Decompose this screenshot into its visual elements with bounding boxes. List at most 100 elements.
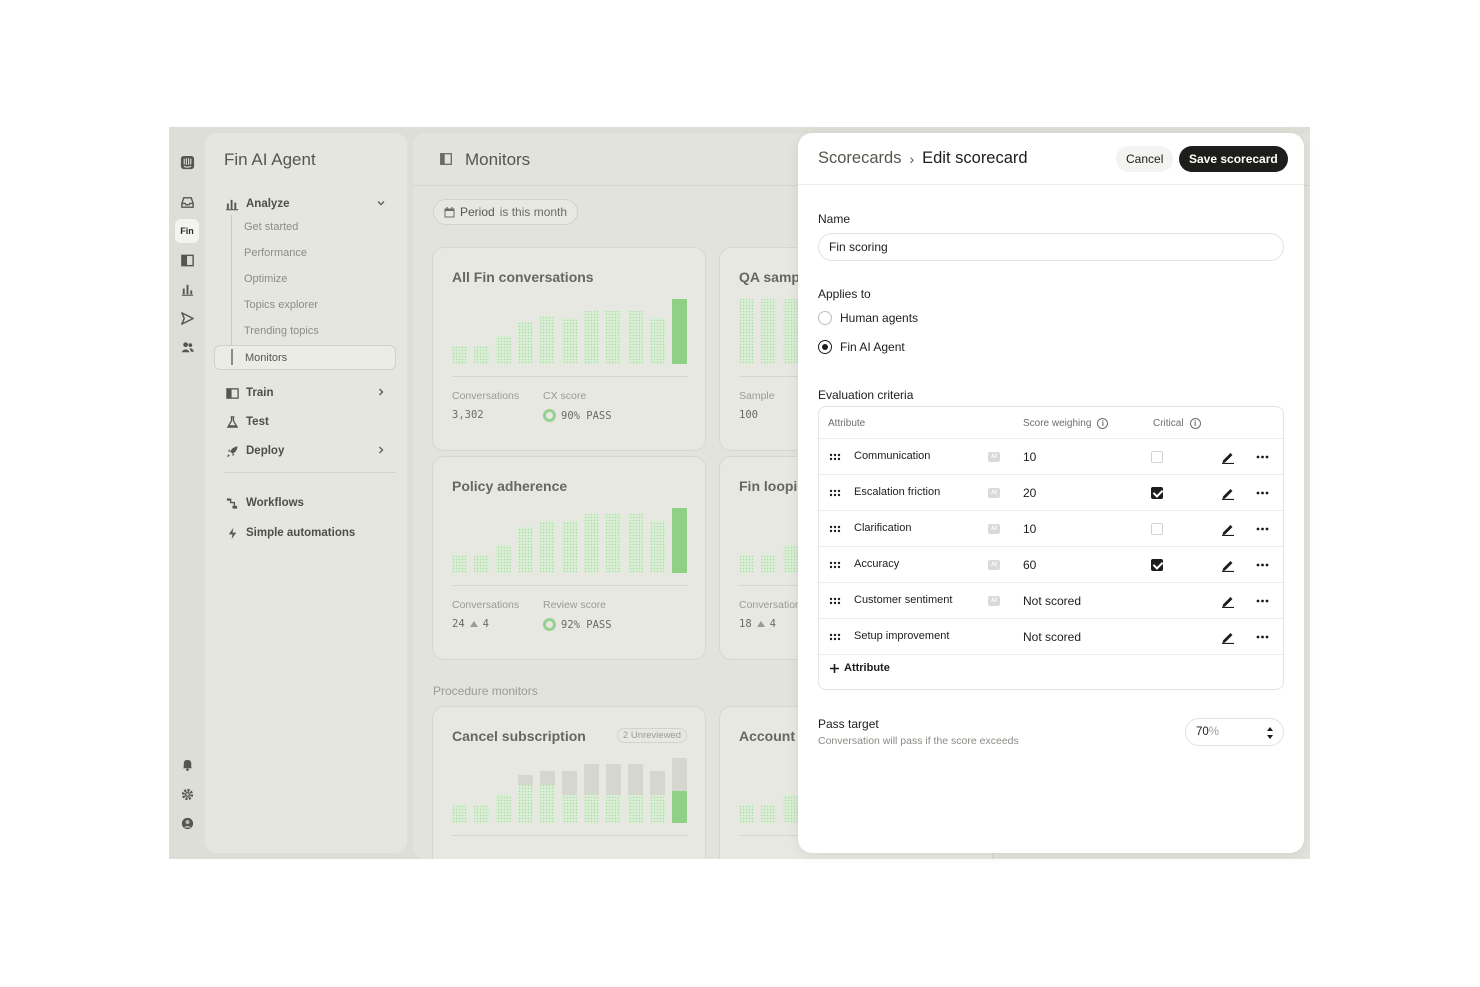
- pass-target-description: Conversation will pass if the score exce…: [818, 735, 1019, 747]
- book-icon[interactable]: [175, 248, 199, 272]
- radio-human-agents[interactable]: Human agents: [818, 311, 918, 325]
- more-options-icon[interactable]: [1256, 563, 1269, 567]
- stepper-arrows-icon[interactable]: [1266, 725, 1274, 741]
- drag-handle-icon[interactable]: [829, 633, 841, 641]
- score-text: 90% PASS: [561, 409, 612, 422]
- trend-up-icon: [756, 621, 765, 627]
- column-header-label: Critical: [1153, 418, 1184, 429]
- stat-label: Conversations: [452, 599, 520, 611]
- score-weight[interactable]: 60: [1023, 558, 1036, 572]
- stat-value: 100: [739, 409, 758, 421]
- stat-label: CX score: [543, 390, 587, 402]
- nav-test-label: Test: [246, 416, 269, 428]
- drag-handle-icon[interactable]: [829, 597, 841, 605]
- radio-button[interactable]: [818, 311, 832, 325]
- subnav-trending-topics[interactable]: Trending topics: [233, 320, 396, 342]
- logo-icon[interactable]: [175, 150, 199, 174]
- period-filter[interactable]: Period is this month: [433, 199, 579, 225]
- pass-target-stepper[interactable]: 70%: [1185, 718, 1284, 746]
- critical-checkbox[interactable]: [1151, 451, 1163, 463]
- nav-deploy[interactable]: Deploy: [216, 439, 396, 463]
- nav-train[interactable]: Train: [216, 381, 396, 405]
- radio-button-selected[interactable]: [818, 340, 832, 354]
- drag-handle-icon[interactable]: [829, 561, 841, 569]
- subnav-performance[interactable]: Performance: [233, 242, 396, 264]
- more-options-icon[interactable]: [1256, 491, 1269, 495]
- score-weight[interactable]: Not scored: [1023, 630, 1081, 644]
- ai-badge-icon: AI: [988, 596, 1000, 606]
- subnav-get-started[interactable]: Get started: [233, 216, 396, 238]
- panel-toggle-icon[interactable]: [440, 153, 452, 165]
- critical-checkbox[interactable]: [1151, 523, 1163, 535]
- stat-label: Sample: [739, 390, 775, 402]
- user-avatar-icon[interactable]: [175, 811, 199, 835]
- monitor-card[interactable]: Policy adherence Conversations 24 4 Revie…: [432, 456, 706, 660]
- stat-value-text: 18: [739, 618, 752, 630]
- stat-label: Conversations: [452, 390, 520, 402]
- subnav-optimize[interactable]: Optimize: [233, 268, 396, 290]
- nav-test[interactable]: Test: [216, 410, 396, 434]
- info-icon[interactable]: i: [1097, 418, 1109, 429]
- ai-badge-icon: AI: [988, 560, 1000, 570]
- section-heading: Procedure monitors: [433, 684, 538, 698]
- settings-gear-icon[interactable]: [175, 782, 199, 806]
- contacts-icon[interactable]: [175, 335, 199, 359]
- drag-handle-icon[interactable]: [829, 489, 841, 497]
- criteria-table: Attribute Score weighing i Critical i Comm…: [818, 406, 1284, 690]
- more-options-icon[interactable]: [1256, 635, 1269, 639]
- name-input[interactable]: [818, 233, 1284, 261]
- nav-workflows[interactable]: Workflows: [216, 491, 396, 515]
- notifications-icon[interactable]: [175, 752, 199, 776]
- nav-analyze[interactable]: Analyze: [216, 192, 396, 216]
- critical-checkbox[interactable]: [1151, 559, 1163, 571]
- attribute-name: Accuracy: [854, 558, 900, 570]
- ai-badge-icon: AI: [988, 524, 1000, 534]
- more-options-icon[interactable]: [1256, 455, 1269, 459]
- subnav-monitors[interactable]: Monitors: [214, 345, 396, 370]
- nav-simple-automations-label: Simple automations: [246, 527, 356, 539]
- nav-simple-automations[interactable]: Simple automations: [216, 521, 396, 545]
- edit-pencil-icon[interactable]: [1221, 450, 1235, 464]
- criteria-row: Setup improvement Not scored: [819, 618, 1283, 654]
- score-weight[interactable]: Not scored: [1023, 594, 1081, 608]
- breadcrumb-scorecards[interactable]: Scorecards: [818, 149, 901, 168]
- more-options-icon[interactable]: [1256, 527, 1269, 531]
- attribute-name: Communication: [854, 450, 931, 462]
- column-header-label: Score weighing: [1023, 418, 1092, 429]
- header-divider: [798, 184, 1304, 185]
- card-title: All Fin conversations: [452, 269, 594, 285]
- edit-pencil-icon[interactable]: [1221, 558, 1235, 572]
- sidebar-divider: [224, 472, 396, 473]
- save-scorecard-button[interactable]: Save scorecard: [1179, 146, 1288, 172]
- score-weight[interactable]: 10: [1023, 450, 1036, 464]
- score-ring-icon: [543, 409, 556, 422]
- edit-pencil-icon[interactable]: [1221, 630, 1235, 644]
- send-icon[interactable]: [175, 306, 199, 330]
- reports-icon[interactable]: [175, 277, 199, 301]
- edit-pencil-icon[interactable]: [1221, 594, 1235, 608]
- edit-pencil-icon[interactable]: [1221, 486, 1235, 500]
- fin-nav-icon[interactable]: Fin: [175, 219, 199, 243]
- monitor-card[interactable]: Cancel subscription 2 Unreviewed: [432, 706, 706, 859]
- attribute-name: Escalation friction: [854, 486, 941, 498]
- critical-checkbox[interactable]: [1151, 487, 1163, 499]
- card-title: QA sampl: [739, 269, 804, 285]
- edit-pencil-icon[interactable]: [1221, 522, 1235, 536]
- more-options-icon[interactable]: [1256, 599, 1269, 603]
- score-weight[interactable]: 10: [1023, 522, 1036, 536]
- score-weight[interactable]: 20: [1023, 486, 1036, 500]
- attribute-name: Clarification: [854, 522, 912, 534]
- unreviewed-badge: 2 Unreviewed: [616, 728, 687, 743]
- evaluation-criteria-label: Evaluation criteria: [818, 388, 914, 402]
- stat-value-text: 24: [452, 618, 465, 630]
- drag-handle-icon[interactable]: [829, 453, 841, 461]
- info-icon[interactable]: i: [1189, 418, 1201, 429]
- add-attribute-button[interactable]: Attribute: [829, 662, 890, 674]
- subnav-topics-explorer[interactable]: Topics explorer: [233, 294, 396, 316]
- monitor-card[interactable]: All Fin conversations Conversations 3,30…: [432, 247, 706, 451]
- cancel-button[interactable]: Cancel: [1116, 146, 1174, 172]
- inbox-icon[interactable]: [175, 190, 199, 214]
- nav-workflows-label: Workflows: [246, 497, 304, 509]
- drag-handle-icon[interactable]: [829, 525, 841, 533]
- radio-fin-ai-agent[interactable]: Fin AI Agent: [818, 340, 905, 354]
